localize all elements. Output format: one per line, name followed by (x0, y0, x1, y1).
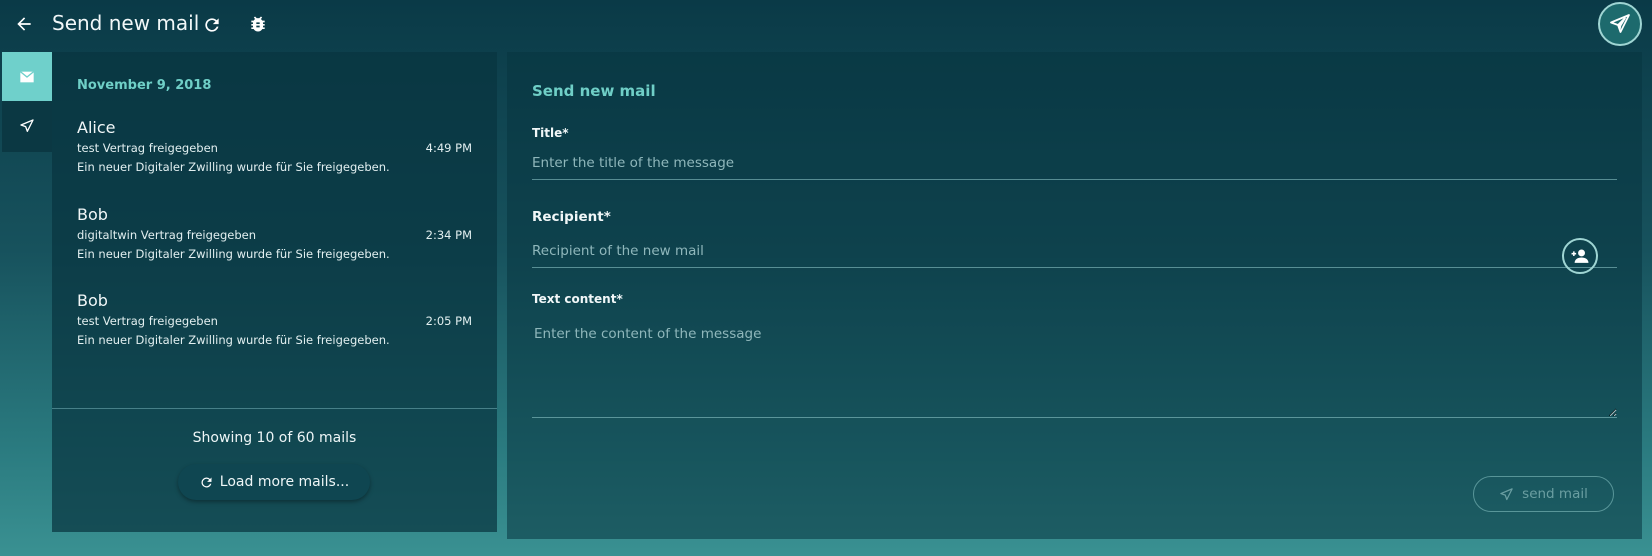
load-more-label: Load more mails... (219, 474, 350, 490)
mail-sender: Alice (77, 118, 116, 137)
debug-button[interactable] (246, 11, 270, 37)
page-title: Send new mail (52, 11, 200, 35)
rail-item-inbox[interactable] (2, 52, 52, 101)
load-more-button[interactable]: Load more mails... (178, 464, 370, 500)
content-label: Text content* (532, 292, 623, 306)
mail-time: 2:34 PM (425, 228, 472, 242)
back-button[interactable] (10, 10, 38, 38)
send-mail-button[interactable]: send mail (1473, 476, 1614, 512)
compose-heading: Send new mail (532, 82, 656, 100)
mail-time: 2:05 PM (425, 314, 472, 328)
title-label: Title* (532, 126, 569, 140)
mail-list-panel: November 9, 2018 Alice test Vertrag frei… (52, 52, 497, 532)
refresh-button[interactable] (200, 13, 224, 37)
showing-count: Showing 10 of 60 mails (192, 430, 357, 446)
recipient-input[interactable] (532, 234, 1552, 268)
date-heading: November 9, 2018 (77, 78, 212, 93)
side-rail (2, 52, 52, 152)
mail-preview: Ein neuer Digitaler Zwilling wurde für S… (77, 160, 390, 174)
paper-plane-icon (20, 118, 34, 132)
list-divider (52, 408, 497, 409)
list-item[interactable]: Alice test Vertrag freigegeben 4:49 PM E… (77, 118, 472, 198)
mail-preview: Ein neuer Digitaler Zwilling wurde für S… (77, 247, 390, 261)
rail-item-sent[interactable] (2, 101, 52, 150)
send-mail-label: send mail (1522, 486, 1588, 502)
bug-icon (251, 16, 265, 32)
paper-plane-icon (1500, 487, 1513, 500)
add-recipient-button[interactable] (1562, 238, 1598, 274)
recipient-label: Recipient* (532, 209, 611, 225)
mail-sender: Bob (77, 291, 108, 310)
title-input[interactable] (532, 146, 1617, 180)
mail-subject: test Vertrag freigegeben (77, 141, 218, 155)
list-item[interactable]: Bob digitaltwin Vertrag freigegeben 2:34… (77, 205, 472, 285)
top-bar: Send new mail (0, 0, 1652, 50)
mail-preview: Ein neuer Digitaler Zwilling wurde für S… (77, 333, 390, 347)
refresh-icon (201, 477, 212, 487)
paper-plane-icon (1610, 14, 1630, 33)
mail-sender: Bob (77, 205, 108, 224)
arrow-left-icon (17, 17, 31, 31)
refresh-icon (205, 18, 219, 32)
mail-subject: test Vertrag freigegeben (77, 314, 218, 328)
mail-time: 4:49 PM (425, 141, 472, 155)
mail-icon (19, 70, 35, 82)
compose-panel: Send new mail Title* Recipient* Text con… (507, 52, 1642, 539)
content-textarea[interactable] (532, 322, 1617, 418)
mail-subject: digitaltwin Vertrag freigegeben (77, 228, 257, 242)
add-person-icon (1571, 249, 1589, 263)
list-item[interactable]: Bob test Vertrag freigegeben 2:05 PM Ein… (77, 291, 472, 371)
send-fab-button[interactable] (1598, 2, 1642, 46)
